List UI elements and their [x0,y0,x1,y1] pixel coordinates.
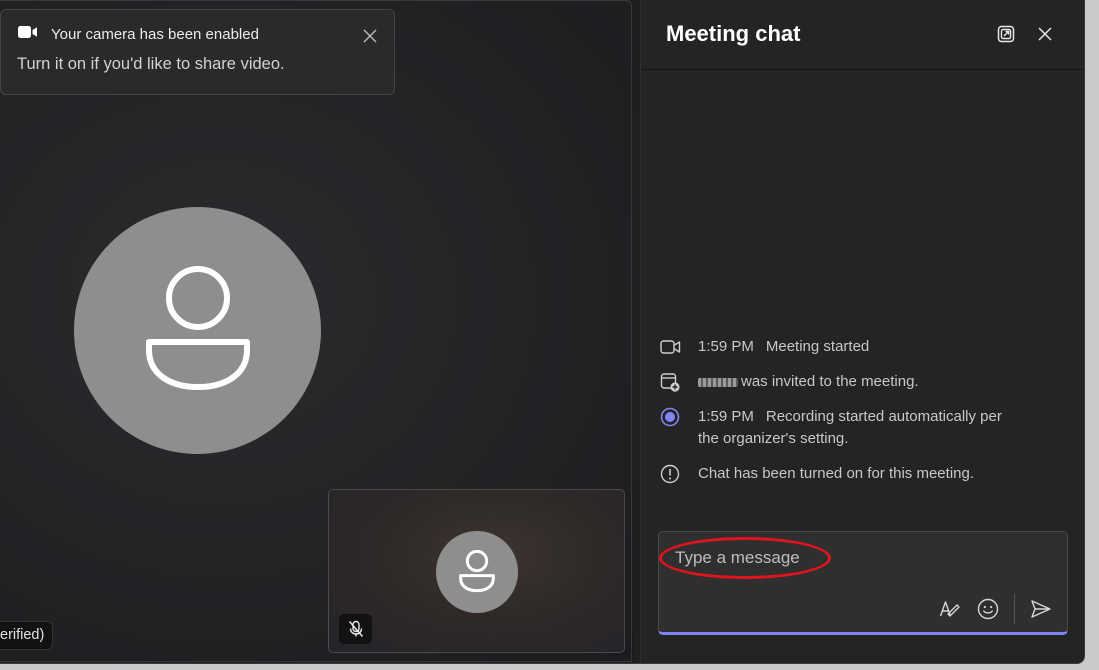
message-composer[interactable] [658,531,1068,635]
emoji-icon[interactable] [976,597,1000,621]
chat-event: 1:59 PM Recording started automatically p… [659,406,1059,450]
format-icon[interactable] [938,597,962,621]
info-circle-icon [659,463,681,485]
event-text: Chat has been turned on for this meeting… [698,465,975,482]
toolbar-divider [1014,594,1015,624]
recording-dot-icon [659,406,681,428]
close-icon[interactable] [362,28,378,44]
video-stage: Your camera has been enabled Turn it on … [0,0,634,663]
send-icon[interactable] [1029,597,1053,621]
composer-toolbar [938,594,1053,624]
video-camera-outline-icon [659,336,681,358]
event-time: 1:59 PM [698,408,754,425]
close-icon[interactable] [1034,23,1056,45]
person-icon [145,265,250,390]
calendar-add-icon [659,371,681,393]
chat-panel: Meeting chat 1:59 PM Meeting started was… [640,0,1084,663]
camera-toast: Your camera has been enabled Turn it on … [0,9,395,95]
toast-body: Turn it on if you'd like to share video. [17,55,285,73]
event-text: Meeting started [765,338,870,355]
participant-name-tag: erified) [0,621,54,650]
self-avatar [436,531,518,613]
mic-muted-icon [339,614,372,644]
chat-event-list: 1:59 PM Meeting started was invited to th… [659,336,1059,498]
chat-event: was invited to the meeting. [659,371,1059,393]
chat-event: Chat has been turned on for this meeting… [659,463,1059,485]
person-icon [459,550,495,593]
redacted-name [698,377,738,387]
event-text: Recording started automatically per [765,408,1002,425]
event-time: 1:59 PM [698,338,754,355]
self-view-tile[interactable] [328,489,625,653]
participant-avatar [74,207,321,454]
pop-out-icon[interactable] [995,23,1017,45]
chat-title: Meeting chat [666,21,801,46]
event-text: was invited to the meeting. [741,373,919,390]
chat-header: Meeting chat [641,0,1084,70]
event-text-continued: the organizer's setting. [698,430,849,447]
toast-title: Your camera has been enabled [51,26,259,43]
video-camera-icon [17,24,39,45]
chat-event: 1:59 PM Meeting started [659,336,1059,358]
message-input[interactable] [675,548,1045,568]
meeting-window: Your camera has been enabled Turn it on … [0,0,1085,664]
